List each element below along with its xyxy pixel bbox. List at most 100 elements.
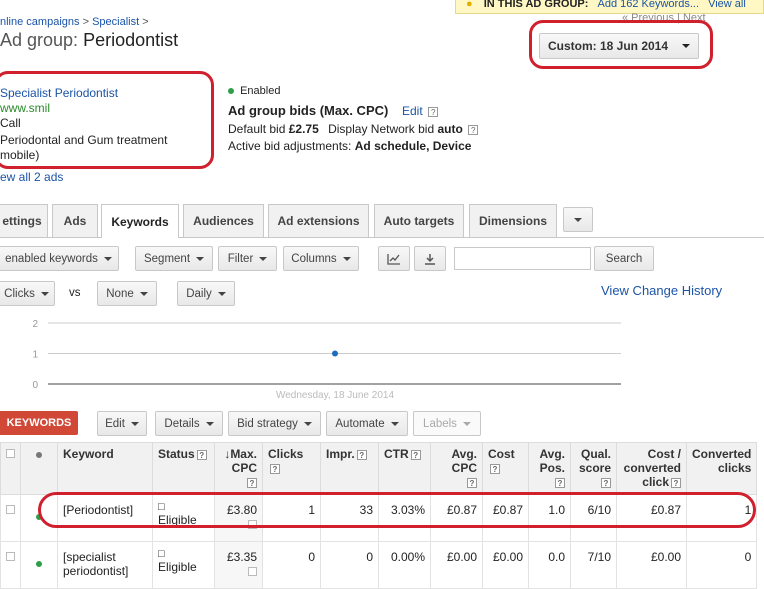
converted-clicks-cell: 0 xyxy=(685,541,758,589)
previous-link[interactable]: « Previous xyxy=(622,12,674,24)
dropdown-label: Clicks xyxy=(4,287,35,300)
qual-score-cell: 7/10 xyxy=(570,541,617,589)
tab-keywords[interactable]: Keywords xyxy=(101,204,179,238)
max-cpc-cell[interactable]: £3.80 xyxy=(214,494,263,542)
tab-ad-extensions[interactable]: Ad extensions xyxy=(268,204,369,237)
column-header-qual-score[interactable]: Qual. score? xyxy=(570,442,617,495)
tab-ads[interactable]: Ads xyxy=(52,204,98,237)
column-header-cost[interactable]: Cost? xyxy=(482,442,529,495)
max-cpc-cell[interactable]: £3.35 xyxy=(214,541,263,589)
keyword-view-filter-dropdown[interactable]: enabled keywords xyxy=(0,246,119,271)
search-button[interactable]: Search xyxy=(594,246,654,271)
details-dropdown[interactable]: Details xyxy=(155,411,223,436)
toggle-graph-button[interactable] xyxy=(378,246,410,271)
keyword-cell[interactable]: [specialist periodontist] xyxy=(57,541,153,589)
column-header-converted-clicks[interactable]: Converted clicks xyxy=(685,442,758,495)
column-header-keyword[interactable]: Keyword xyxy=(57,442,153,495)
help-icon[interactable]: ? xyxy=(490,463,500,474)
enabled-status-icon[interactable] xyxy=(36,561,42,567)
search-input[interactable] xyxy=(454,247,591,270)
dropdown-label: enabled keywords xyxy=(5,252,98,265)
column-header-cost-per-conv[interactable]: Cost / converted click? xyxy=(616,442,687,495)
help-icon[interactable]: ? xyxy=(247,477,257,488)
row-checkbox[interactable] xyxy=(6,505,15,514)
speech-bubble-icon[interactable]: □ xyxy=(158,548,165,560)
tab-dimensions[interactable]: Dimensions xyxy=(469,204,557,237)
bid-checkbox[interactable] xyxy=(248,520,257,529)
metric-1-dropdown[interactable]: Clicks xyxy=(0,281,55,306)
column-header-max-cpc[interactable]: ↓Max. CPC? xyxy=(214,442,263,495)
help-icon[interactable]: ? xyxy=(671,477,681,488)
bid-checkbox[interactable] xyxy=(248,567,257,576)
row-status-dot-cell xyxy=(20,541,58,589)
breadcrumb: nline campaigns > Specialist > xyxy=(0,16,149,28)
column-header-status[interactable]: Status? xyxy=(152,442,215,495)
tab-audiences[interactable]: Audiences xyxy=(183,204,264,237)
column-header-ctr[interactable]: CTR? xyxy=(378,442,431,495)
table-row[interactable]: [specialist periodontist] □ Eligible £3.3… xyxy=(0,541,758,589)
line-chart-icon xyxy=(387,253,400,265)
cost-cell: £0.87 xyxy=(482,494,529,542)
automate-dropdown[interactable]: Automate xyxy=(326,411,408,436)
metric-2-dropdown[interactable]: None xyxy=(97,281,157,306)
avg-cpc-cell: £0.00 xyxy=(430,541,483,589)
impr-cell: 33 xyxy=(320,494,379,542)
tab-auto-targets[interactable]: Auto targets xyxy=(374,204,464,237)
view-all-ads-link[interactable]: ew all 2 ads xyxy=(0,170,63,184)
breadcrumb-campaign-link[interactable]: Specialist xyxy=(92,16,139,28)
help-icon[interactable]: ? xyxy=(467,477,477,488)
avg-cpc-cell: £0.87 xyxy=(430,494,483,542)
keyword-cell[interactable]: [Periodontist] xyxy=(57,494,153,542)
speech-bubble-icon[interactable]: □ xyxy=(158,501,165,513)
next-link[interactable]: Next xyxy=(683,12,706,24)
tab-label: Ads xyxy=(63,214,87,228)
tab-settings[interactable]: ettings xyxy=(0,204,48,237)
edit-bids-link[interactable]: Edit xyxy=(402,104,423,118)
ad-headline[interactable]: Specialist Periodontist xyxy=(0,86,167,101)
table-row[interactable]: [Periodontist] □ Eligible £3.80 1 33 3.03… xyxy=(0,494,758,542)
notice-view-all-link[interactable]: View all xyxy=(708,0,746,10)
column-header-avg-cpc[interactable]: Avg. CPC? xyxy=(430,442,483,495)
help-icon[interactable]: ? xyxy=(555,477,565,488)
help-icon[interactable]: ? xyxy=(196,449,207,460)
chevron-down-icon xyxy=(205,421,214,426)
notice-add-keywords-link[interactable]: Add 162 Keywords... xyxy=(598,0,700,10)
view-change-history-link[interactable]: View Change History xyxy=(601,283,722,298)
help-icon[interactable]: ? xyxy=(468,124,479,135)
enabled-status-icon[interactable] xyxy=(36,514,42,520)
converted-clicks-cell: 1 xyxy=(685,494,758,542)
help-icon[interactable]: ? xyxy=(428,106,439,117)
help-icon[interactable]: ? xyxy=(601,477,611,488)
labels-dropdown[interactable]: Labels xyxy=(413,411,481,436)
dropdown-label: Automate xyxy=(335,417,385,430)
bid-adjustments-row: Active bid adjustments: Ad schedule, Dev… xyxy=(228,139,478,153)
chevron-down-icon xyxy=(217,291,226,296)
more-tabs-button[interactable] xyxy=(563,207,593,232)
bid-strategy-dropdown[interactable]: Bid strategy xyxy=(228,411,321,436)
tab-label: Audiences xyxy=(193,214,254,228)
ad-line-2: Periodontal and Gum treatment xyxy=(0,133,168,147)
add-keywords-button[interactable]: KEYWORDS xyxy=(0,411,78,435)
date-range-dropdown[interactable]: Custom: 18 Jun 2014 xyxy=(539,33,699,59)
header-label: Clicks xyxy=(268,447,304,461)
help-icon[interactable]: ? xyxy=(270,463,280,474)
download-button[interactable] xyxy=(414,246,446,271)
header-label: Avg. CPC xyxy=(451,447,477,475)
period-dropdown[interactable]: Daily xyxy=(177,281,235,306)
filter-dropdown[interactable]: Filter xyxy=(218,246,277,271)
columns-dropdown[interactable]: Columns xyxy=(283,246,359,271)
column-header-avg-pos[interactable]: Avg. Pos.? xyxy=(528,442,571,495)
tab-label: Keywords xyxy=(111,214,169,229)
help-icon[interactable]: ? xyxy=(410,449,421,460)
breadcrumb-campaigns-link[interactable]: nline campaigns xyxy=(0,16,80,28)
help-icon[interactable]: ? xyxy=(356,449,367,460)
select-all-checkbox[interactable] xyxy=(6,449,15,458)
notice-label: IN THIS AD GROUP: xyxy=(483,0,589,10)
row-checkbox[interactable] xyxy=(6,552,15,561)
status-text: Eligible xyxy=(158,560,197,574)
edit-dropdown[interactable]: Edit xyxy=(97,411,147,436)
column-header-impr[interactable]: Impr.? xyxy=(320,442,379,495)
segment-dropdown[interactable]: Segment xyxy=(135,246,213,271)
column-header-clicks[interactable]: Clicks? xyxy=(262,442,321,495)
bids-heading-row: Ad group bids (Max. CPC) Edit ? xyxy=(228,103,478,118)
